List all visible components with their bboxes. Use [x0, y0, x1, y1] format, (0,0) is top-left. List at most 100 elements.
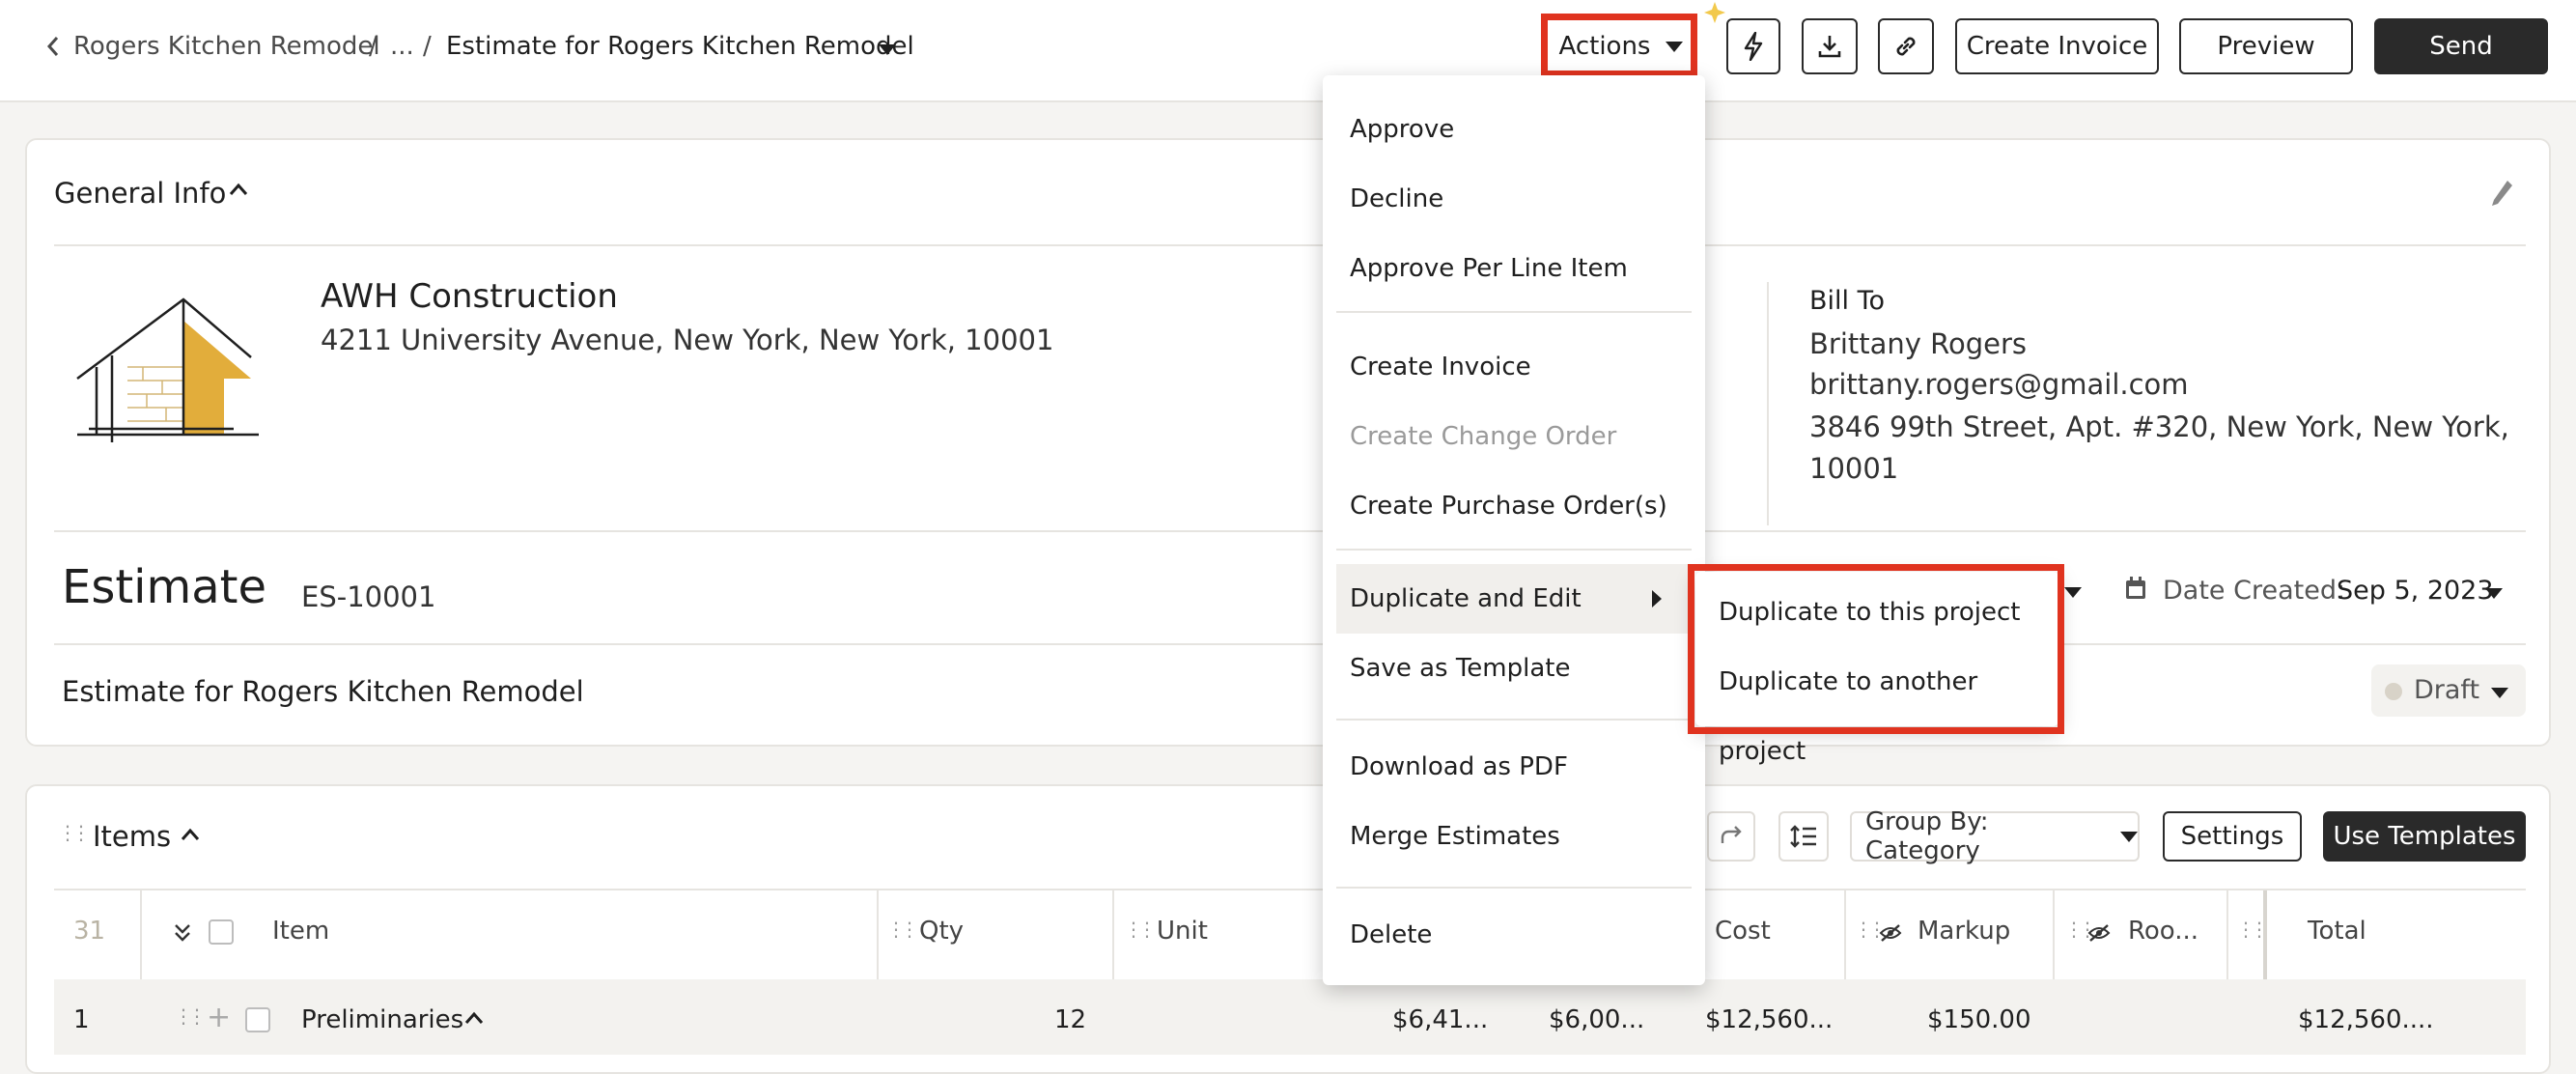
column-header-qty[interactable]: Qty [919, 912, 964, 950]
menu-divider [1336, 549, 1692, 551]
chevron-left-icon[interactable] [46, 35, 60, 58]
highlight-box-actions [1541, 14, 1697, 77]
caret-down-icon [2491, 688, 2508, 698]
column-header-total[interactable]: Total [2308, 912, 2366, 950]
drag-handle-icon[interactable] [886, 918, 913, 945]
drag-handle-icon[interactable] [58, 821, 85, 848]
chevron-up-icon[interactable] [180, 827, 201, 842]
drag-handle-icon[interactable] [1124, 918, 1151, 945]
create-invoice-button[interactable]: Create Invoice [1955, 18, 2159, 74]
link-icon [1896, 37, 1916, 56]
menu-item-create-change-order: Create Change Order [1350, 422, 1617, 451]
menu-divider [1336, 719, 1692, 721]
row-qty[interactable]: 12 [1054, 1003, 1086, 1037]
use-templates-button[interactable]: Use Templates [2323, 811, 2526, 862]
caret-down-icon[interactable] [2064, 583, 2082, 602]
caret-down-icon[interactable] [2485, 584, 2503, 603]
collapse-all-icon[interactable] [174, 922, 191, 944]
breadcrumb-separator: / [369, 32, 378, 61]
actions-menu: Approve Decline Approve Per Line Item Cr… [1323, 75, 1705, 985]
automation-button[interactable] [1726, 18, 1780, 74]
eye-slash-icon[interactable] [1879, 923, 1902, 943]
menu-item-create-invoice[interactable]: Create Invoice [1323, 332, 1705, 402]
row-item-name[interactable]: Preliminaries [301, 1003, 463, 1037]
status-label: Draft [2414, 675, 2480, 705]
company-address: 4211 University Avenue, New York, New Yo… [321, 324, 1054, 356]
download-button[interactable] [1802, 18, 1858, 74]
document-number: ES-10001 [301, 580, 436, 613]
send-button[interactable]: Send [2374, 18, 2548, 74]
breadcrumb-dropdown-icon[interactable] [879, 41, 896, 59]
document-title: Estimate for Rogers Kitchen Remodel [62, 675, 584, 708]
general-info-title: General Info [54, 177, 227, 210]
divider [54, 643, 2526, 645]
menu-item-duplicate-and-edit[interactable]: Duplicate and Edit [1336, 564, 1692, 634]
items-title: Items [93, 820, 172, 853]
breadcrumb-separator: / [423, 32, 432, 61]
company-logo [76, 297, 259, 442]
drag-handle-icon[interactable] [174, 1004, 201, 1032]
menu-item-approve-per-line-item[interactable]: Approve Per Line Item [1323, 234, 1705, 303]
date-created-label: Date Created: [2163, 576, 2346, 606]
chevron-up-icon[interactable] [463, 1010, 485, 1026]
menu-item-merge-estimates[interactable]: Merge Estimates [1323, 802, 1705, 871]
column-header-room[interactable]: Roo... [2128, 912, 2198, 950]
bill-to-address: 3846 99th Street, Apt. #320, New York, N… [1809, 410, 2509, 443]
drag-handle-icon[interactable] [1854, 918, 1881, 945]
divider [54, 530, 2526, 532]
breadcrumb-current: Estimate for Rogers Kitchen Remodel [446, 32, 914, 61]
settings-button[interactable]: Settings [2163, 811, 2302, 862]
menu-item-download-as-pdf[interactable]: Download as PDF [1323, 732, 1705, 802]
row-value[interactable]: $6,00... [1549, 1003, 1644, 1037]
download-icon [1818, 36, 1841, 58]
drag-handle-icon[interactable] [2236, 918, 2263, 945]
bill-to-name: Brittany Rogers [1809, 327, 2028, 360]
column-header-unit[interactable]: Unit [1157, 912, 1208, 950]
menu-divider [1336, 311, 1692, 313]
calendar-icon [2126, 577, 2145, 599]
line-height-button[interactable] [1778, 811, 1829, 862]
bill-to-address-zip: 10001 [1809, 452, 1899, 485]
select-all-checkbox[interactable] [209, 919, 234, 945]
row-total: $12,560.... [2298, 1005, 2434, 1034]
highlight-box-submenu [1688, 564, 2064, 734]
row-checkbox[interactable] [245, 1007, 270, 1032]
preview-button[interactable]: Preview [2179, 18, 2353, 74]
menu-item-save-as-template[interactable]: Save as Template [1323, 634, 1705, 703]
eye-slash-icon[interactable] [2087, 923, 2111, 943]
row-markup[interactable]: $150.00 [1927, 1003, 2031, 1037]
breadcrumb-project[interactable]: Rogers Kitchen Remodel [73, 29, 380, 64]
edit-pencil-icon[interactable] [2489, 178, 2514, 209]
row-unit-cost[interactable]: $6,41... [1392, 1003, 1488, 1037]
caret-down-icon [2120, 831, 2138, 842]
menu-item-approve[interactable]: Approve [1323, 95, 1705, 164]
row-cost[interactable]: $12,560... [1705, 1003, 1833, 1037]
breadcrumb-ellipsis[interactable]: ... [390, 29, 414, 64]
divider [1767, 282, 1769, 525]
chevron-up-icon[interactable] [228, 182, 249, 197]
drag-handle-icon[interactable] [2064, 918, 2091, 945]
company-name: AWH Construction [321, 277, 618, 316]
line-spacing-icon [1790, 825, 1816, 848]
status-dropdown[interactable]: Draft [2371, 664, 2526, 717]
menu-item-create-purchase-orders[interactable]: Create Purchase Order(s) [1323, 471, 1705, 541]
divider [54, 244, 2526, 246]
lightning-icon [1744, 32, 1763, 61]
redo-icon [1721, 826, 1742, 843]
column-header-markup[interactable]: Markup [1918, 912, 2010, 950]
row-index: 1 [73, 1005, 90, 1034]
copy-link-button[interactable] [1878, 18, 1934, 74]
date-created-value[interactable]: Sep 5, 2023 [2337, 572, 2494, 610]
row-count: 31 [73, 917, 106, 946]
column-header-cost[interactable]: Cost [1715, 912, 1771, 950]
caret-right-icon [1652, 590, 1662, 608]
bill-to-email: brittany.rogers@gmail.com [1809, 368, 2189, 401]
redo-button[interactable] [1707, 811, 1755, 862]
status-dot-icon [2385, 683, 2402, 700]
add-row-icon[interactable]: + [207, 999, 231, 1037]
menu-item-decline[interactable]: Decline [1323, 164, 1705, 234]
column-header-item[interactable]: Item [272, 912, 329, 950]
menu-divider [1336, 887, 1692, 889]
group-by-dropdown[interactable]: Group By: Category [1850, 807, 2140, 865]
menu-item-delete[interactable]: Delete [1323, 900, 1705, 970]
